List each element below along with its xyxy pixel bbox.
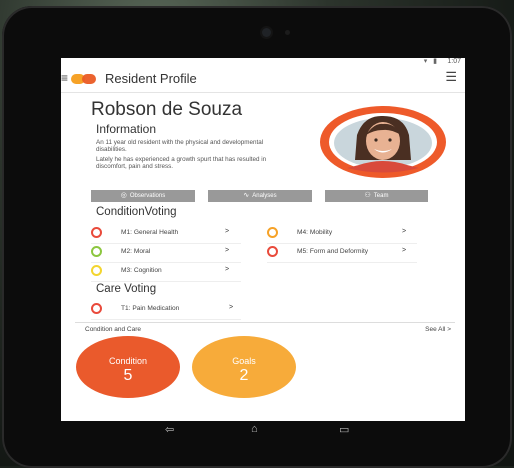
trend-icon: ∿ [243, 192, 250, 199]
chevron-right-icon: > [229, 304, 234, 311]
vote-item-m4[interactable]: M4: Mobility > [267, 225, 417, 244]
chevron-right-icon: > [225, 266, 230, 273]
camera-icon [262, 28, 271, 37]
condition-count-title: Condition [108, 356, 148, 366]
condition-voting-heading: ConditionVoting [96, 206, 177, 218]
vote-item-label: M5: Form and Deformity [297, 248, 369, 255]
vote-item-m1[interactable]: M1: General Health > [91, 225, 241, 244]
recents-icon[interactable]: ▭ [339, 423, 349, 436]
info-text-2: Lately he has experienced a growth spurt… [96, 156, 267, 170]
list-icon[interactable]: ☰ [445, 69, 457, 85]
resident-name: Robson de Souza [91, 99, 243, 120]
vote-item-label: T1: Pain Medication [121, 305, 180, 312]
tab-analyses[interactable]: ∿ Analyses [208, 190, 312, 202]
see-all-link[interactable]: See All > [425, 326, 451, 333]
app-screen: ▾ ▮ 1:07 ≡ Resident Profile ☰ Robson de … [61, 58, 465, 421]
eye-icon: ◎ [120, 192, 127, 199]
status-ring-icon [267, 227, 278, 238]
vote-item-label: M4: Mobility [297, 229, 333, 236]
chevron-right-icon: > [447, 326, 451, 333]
chevron-right-icon: > [225, 247, 230, 254]
back-icon[interactable]: ⇦ [165, 423, 174, 436]
tab-analyses-label: Analyses [252, 193, 277, 199]
tab-team-label: Team [373, 193, 389, 199]
vote-item-m5[interactable]: M5: Form and Deformity > [267, 244, 417, 263]
care-voting-heading: Care Voting [96, 283, 157, 295]
status-ring-icon [91, 227, 102, 238]
status-time: 1:07 [447, 58, 461, 65]
sensor-icon [285, 30, 290, 35]
info-heading: Information [96, 122, 157, 136]
team-icon: ⚇ [364, 192, 371, 199]
status-bar: ▾ ▮ 1:07 [61, 58, 465, 66]
condition-count-value: 5 [123, 367, 133, 384]
app-logo [71, 74, 97, 84]
vote-item-label: M3: Cognition [121, 267, 162, 274]
vote-item-label: M2: Moral [121, 248, 151, 255]
see-all-label: See All [425, 326, 446, 333]
tab-observations-label: Observations [129, 193, 166, 199]
status-ring-icon [267, 246, 278, 257]
vote-item-m2[interactable]: M2: Moral > [91, 244, 241, 263]
condition-care-row: Condition and Care See All > [75, 322, 455, 335]
chevron-right-icon: > [402, 228, 407, 235]
goals-count-button[interactable]: Goals 2 [192, 336, 296, 398]
status-ring-icon [91, 246, 102, 257]
goals-count-value: 2 [239, 367, 249, 384]
profile-tabs: ◎ Observations ∿ Analyses ⚇ Team [91, 190, 431, 203]
home-icon[interactable]: ⌂ [251, 423, 258, 435]
status-ring-icon [91, 265, 102, 276]
goals-count-title: Goals [232, 356, 256, 366]
tab-observations[interactable]: ◎ Observations [91, 190, 195, 202]
chevron-right-icon: > [225, 228, 230, 235]
avatar[interactable] [319, 105, 447, 179]
system-nav-bar: ⇦ ⌂ ▭ [61, 421, 465, 439]
menu-icon[interactable]: ≡ [61, 71, 68, 85]
chevron-right-icon: > [402, 247, 407, 254]
condition-count-button[interactable]: Condition 5 [76, 336, 180, 398]
tab-team[interactable]: ⚇ Team [325, 190, 428, 202]
info-text-1: An 11 year old resident with the physica… [96, 139, 264, 153]
vote-item-t1[interactable]: T1: Pain Medication > [91, 301, 241, 320]
condition-care-label: Condition and Care [85, 326, 142, 333]
page-title: Resident Profile [105, 71, 197, 86]
status-icons: ▾ ▮ [423, 58, 439, 65]
vote-item-m3[interactable]: M3: Cognition > [91, 263, 241, 282]
vote-item-label: M1: General Health [121, 229, 179, 236]
app-bar: ≡ Resident Profile ☰ [61, 66, 465, 93]
status-ring-icon [91, 303, 102, 314]
